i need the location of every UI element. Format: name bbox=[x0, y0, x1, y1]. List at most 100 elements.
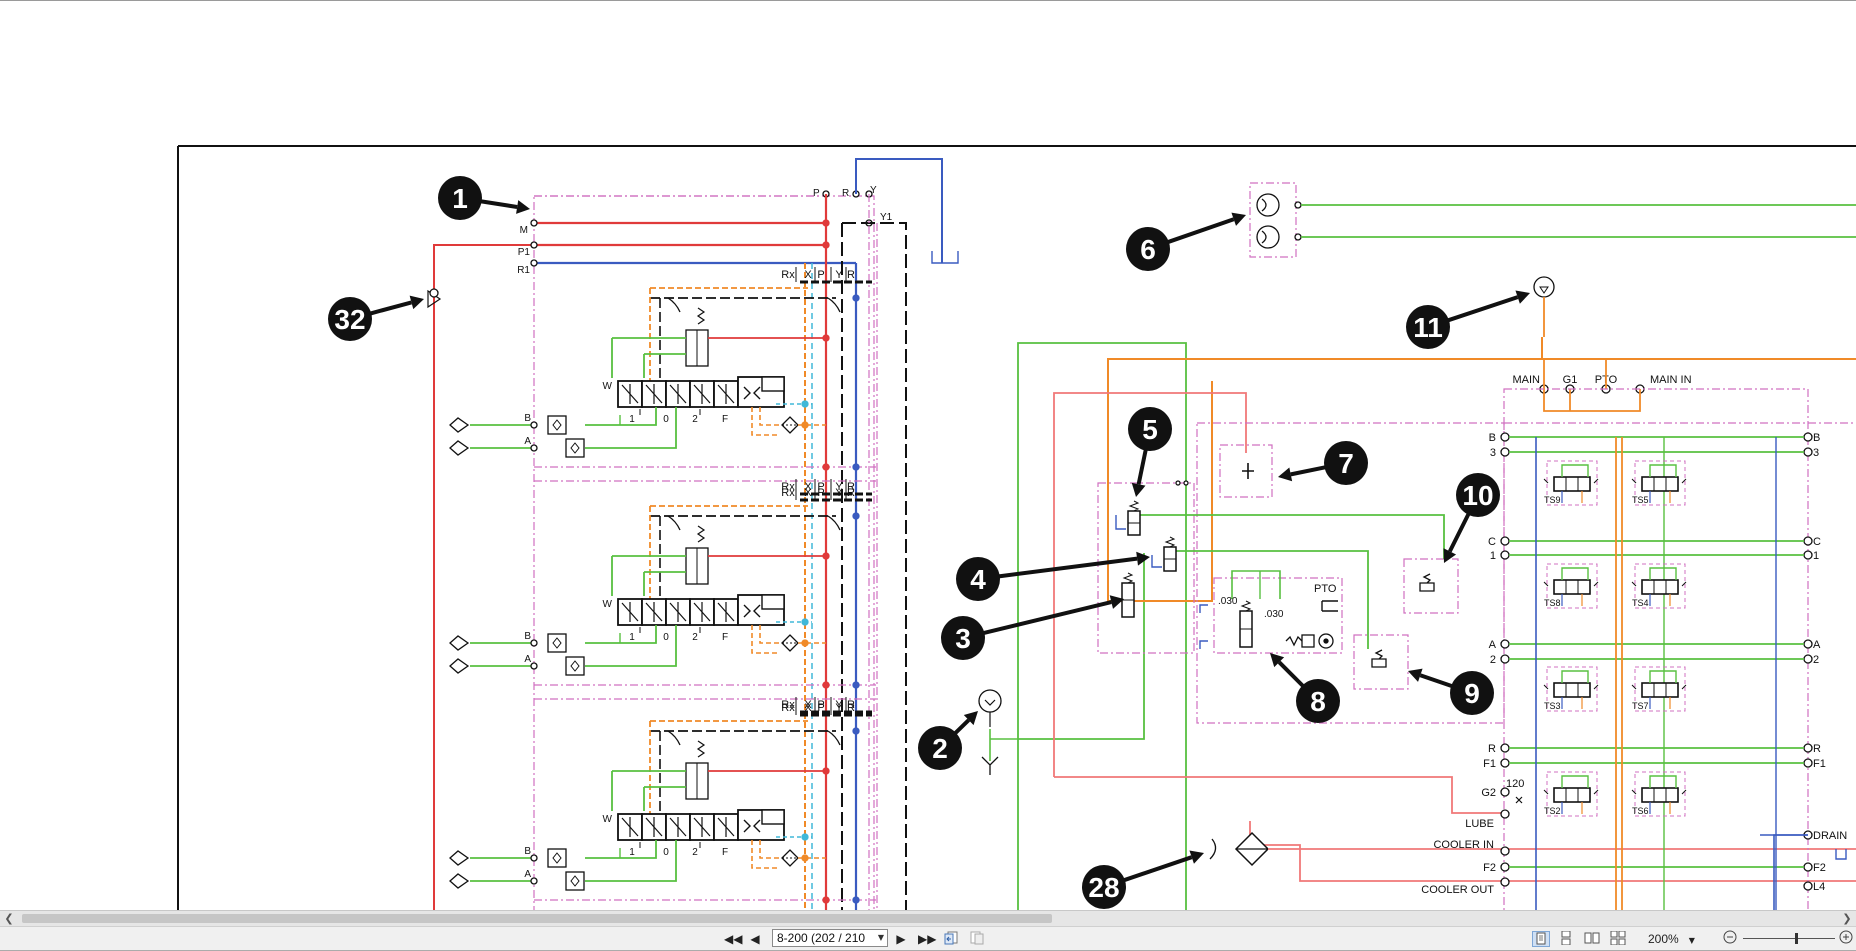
schematic-label: 0 bbox=[663, 847, 669, 858]
schematic-label: 1 bbox=[629, 847, 635, 858]
schematic-label: F bbox=[722, 414, 728, 425]
pilot-tap bbox=[827, 515, 841, 531]
callout-number: 11 bbox=[1413, 312, 1443, 343]
schematic-label: X bbox=[804, 702, 812, 714]
zoom-slider[interactable] bbox=[1743, 933, 1835, 944]
pressure-switch-outline bbox=[1403, 558, 1459, 614]
callout-number: 32 bbox=[334, 304, 365, 335]
schematic-label: TS6 bbox=[1632, 806, 1649, 816]
schematic-line bbox=[433, 244, 534, 910]
schematic-label: W bbox=[603, 814, 613, 825]
scroll-right-icon[interactable]: ❯ bbox=[1840, 911, 1854, 926]
zoom-out-icon[interactable] bbox=[1722, 930, 1738, 948]
zoom-slider-knob[interactable] bbox=[1795, 933, 1798, 944]
callout-leader bbox=[1277, 660, 1306, 689]
manifold-port bbox=[1500, 536, 1510, 546]
solenoid-valve-icon bbox=[1641, 787, 1679, 803]
callout-arrowhead bbox=[516, 200, 530, 214]
callout-leader bbox=[952, 718, 971, 736]
schematic-line bbox=[751, 840, 780, 869]
schematic-label: Y1 bbox=[880, 212, 893, 223]
facing-view-icon[interactable] bbox=[1584, 931, 1602, 947]
manifold-port bbox=[1500, 877, 1510, 887]
spring-icon bbox=[1285, 635, 1303, 647]
callout-leader bbox=[1166, 217, 1235, 245]
manifold-port bbox=[1803, 881, 1813, 891]
schematic-label: COOLER OUT bbox=[1421, 884, 1494, 896]
solenoid-valve-icon bbox=[1553, 787, 1591, 803]
junction-dot bbox=[822, 334, 830, 342]
manifold-port bbox=[1500, 846, 1510, 856]
schematic-label: B bbox=[1813, 432, 1820, 444]
schematic-line bbox=[1649, 567, 1677, 580]
port-filter-icon bbox=[547, 415, 567, 435]
port-marker bbox=[530, 241, 538, 249]
callout-arrowhead bbox=[409, 295, 424, 310]
junction-dot bbox=[822, 463, 830, 471]
callout-number: 1 bbox=[452, 183, 468, 214]
manifold-port bbox=[1500, 447, 1510, 457]
last-page-icon[interactable]: ▶▶ bbox=[918, 930, 936, 948]
continuous-facing-view-icon[interactable] bbox=[1610, 930, 1628, 947]
schematic-label: L4 bbox=[1813, 881, 1825, 893]
solenoid-valve-icon bbox=[1641, 682, 1679, 698]
solenoid-valve-icon bbox=[1641, 476, 1679, 492]
manifold-port bbox=[1500, 862, 1510, 872]
callout-leader bbox=[1448, 511, 1471, 553]
coupler-icon bbox=[449, 635, 470, 651]
callout-number: 7 bbox=[1338, 448, 1354, 479]
document-viewer[interactable]: P R Y M P1 R1 Y1 Rx X P Y R W 1 0 2 F B A Rx X P Y R Rx X P Y R W 1 0 2 F… bbox=[0, 0, 1856, 910]
callout-number: 10 bbox=[1462, 480, 1493, 511]
schematic-line bbox=[751, 625, 780, 654]
port-marker bbox=[530, 854, 538, 862]
next-view-icon[interactable] bbox=[968, 930, 986, 948]
chevron-down-icon[interactable]: ▼ bbox=[1689, 936, 1695, 945]
callout-arrowhead bbox=[1278, 467, 1293, 482]
callout-number: 8 bbox=[1310, 686, 1326, 717]
schematic-label: COOLER IN bbox=[1433, 839, 1494, 851]
previous-page-icon[interactable]: ◀ bbox=[748, 930, 762, 948]
manifold-port bbox=[1500, 432, 1510, 442]
previous-view-icon[interactable] bbox=[942, 930, 960, 948]
horizontal-scrollbar[interactable]: ❮ ❯ bbox=[0, 910, 1856, 926]
scroll-left-icon[interactable]: ❮ bbox=[2, 911, 16, 926]
schematic-line bbox=[1054, 776, 1504, 814]
continuous-view-icon[interactable] bbox=[1558, 930, 1576, 947]
schematic-label: A bbox=[524, 654, 531, 665]
junction-dot bbox=[852, 294, 860, 302]
callout-leader bbox=[1136, 448, 1148, 485]
drain-tank-icon bbox=[1835, 849, 1847, 860]
zoom-in-icon[interactable] bbox=[1838, 930, 1854, 948]
next-page-icon[interactable]: ▶ bbox=[894, 930, 908, 948]
first-page-icon[interactable]: ◀◀ bbox=[724, 930, 742, 948]
schematic-label: Rx bbox=[781, 487, 795, 499]
solenoid-valve-icon bbox=[1641, 579, 1679, 595]
port-marker bbox=[530, 662, 538, 670]
manifold-port bbox=[1500, 550, 1510, 560]
schematic-label: P bbox=[817, 269, 824, 281]
spring-icon bbox=[1240, 600, 1252, 612]
schematic-line bbox=[1649, 464, 1677, 477]
port-marker bbox=[530, 219, 538, 227]
scrollbar-thumb[interactable] bbox=[22, 914, 1052, 923]
port-marker bbox=[530, 444, 538, 452]
page-number-field[interactable]: 8-200 (202 / 210 ▼ bbox=[772, 929, 888, 947]
port-marker bbox=[530, 877, 538, 885]
single-page-view-icon[interactable] bbox=[1532, 931, 1550, 947]
schematic-label: A bbox=[524, 436, 531, 447]
pump-icon bbox=[1256, 225, 1280, 249]
coupler-icon bbox=[449, 440, 470, 456]
reservoir-icon bbox=[978, 689, 1002, 713]
schematic-line bbox=[931, 251, 959, 264]
pilot-tap bbox=[667, 297, 681, 313]
pilot-tap bbox=[667, 515, 681, 531]
manifold-port bbox=[1803, 639, 1813, 649]
schematic-label: A bbox=[524, 869, 531, 880]
schematic-label: G1 bbox=[1563, 374, 1578, 386]
schematic-line bbox=[1649, 670, 1677, 683]
manifold-port bbox=[1500, 743, 1510, 753]
zoom-select[interactable]: 200% ▼ bbox=[1648, 930, 1696, 948]
chevron-down-icon[interactable]: ▼ bbox=[878, 930, 884, 946]
schematic-label: Rx bbox=[781, 269, 795, 281]
schematic-label: 2 bbox=[692, 632, 698, 643]
